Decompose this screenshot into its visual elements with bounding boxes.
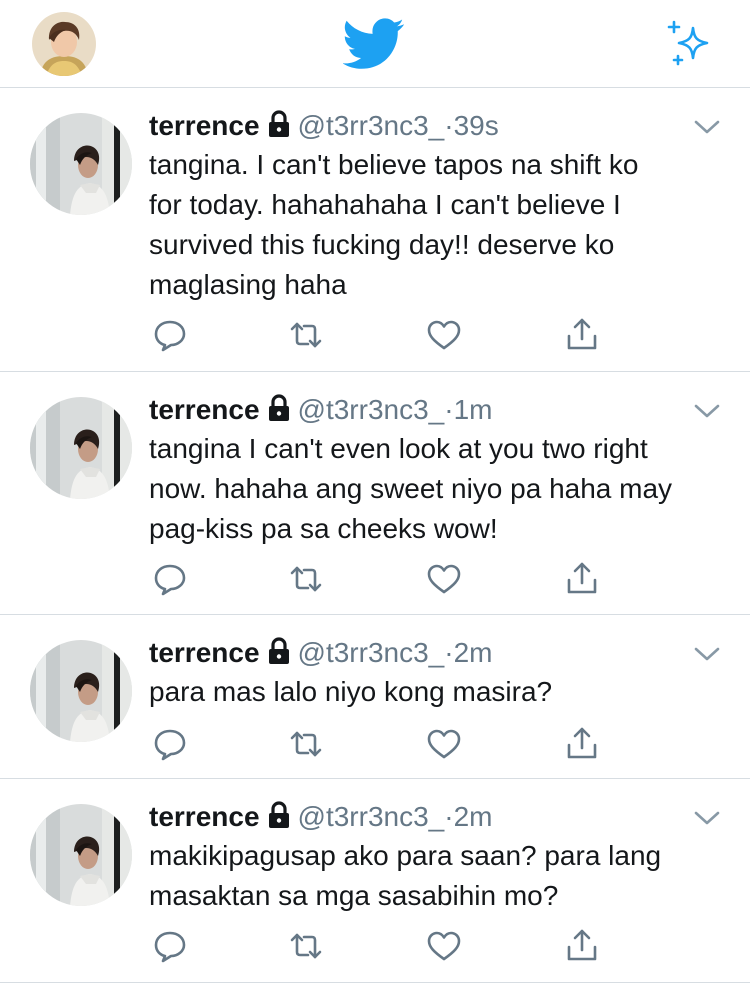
tweet-header: terrence @t3rr3nc3_·39s: [149, 109, 499, 143]
tweet-text-line: for today. hahahahaha I can't believe I: [149, 189, 621, 220]
twitter-bird-icon[interactable]: [342, 18, 405, 70]
tweet-text-line: makikipagusap ako para saan? para lang: [149, 840, 662, 871]
share-icon[interactable]: [564, 561, 600, 597]
sparkle-icon[interactable]: [664, 18, 714, 68]
tweet-actions: [0, 928, 750, 968]
reply-icon[interactable]: [152, 561, 188, 597]
tweet-header: terrence @t3rr3nc3_·2m: [149, 800, 492, 834]
reply-icon[interactable]: [152, 928, 188, 964]
timestamp[interactable]: 2m: [454, 637, 493, 668]
tweet-text: tangina. I can't believe tapos na shift …: [149, 145, 729, 305]
tweet-text: para mas lalo niyo kong masira?: [149, 672, 729, 712]
display-name[interactable]: terrence: [149, 394, 260, 425]
share-icon[interactable]: [564, 928, 600, 964]
tweet-text-line: para mas lalo niyo kong masira?: [149, 676, 553, 707]
lock-icon: [266, 110, 292, 138]
share-icon[interactable]: [564, 726, 600, 762]
display-name[interactable]: terrence: [149, 637, 260, 668]
handle[interactable]: @t3rr3nc3_: [298, 110, 445, 141]
retweet-icon[interactable]: [288, 928, 324, 964]
tweet-header: terrence @t3rr3nc3_·1m: [149, 393, 492, 427]
timestamp[interactable]: 2m: [454, 801, 493, 832]
retweet-icon[interactable]: [288, 561, 324, 597]
display-name[interactable]: terrence: [149, 110, 260, 141]
handle[interactable]: @t3rr3nc3_: [298, 801, 445, 832]
tweet[interactable]: terrence @t3rr3nc3_·1m tangina I can't ev…: [0, 373, 750, 615]
tweet-text-line: pag-kiss pa sa cheeks wow!: [149, 513, 498, 544]
lock-icon: [266, 801, 292, 829]
tweet-actions: [0, 317, 750, 357]
like-icon[interactable]: [426, 726, 462, 762]
tweet-text-line: tangina. I can't believe tapos na shift …: [149, 149, 639, 180]
share-icon[interactable]: [564, 317, 600, 353]
avatar[interactable]: [30, 397, 132, 499]
chevron-down-icon[interactable]: [692, 808, 722, 828]
tweet-header: terrence @t3rr3nc3_·2m: [149, 636, 492, 670]
chevron-down-icon[interactable]: [692, 401, 722, 421]
timestamp[interactable]: 1m: [454, 394, 493, 425]
handle[interactable]: @t3rr3nc3_: [298, 637, 445, 668]
separator-dot: ·: [444, 110, 454, 141]
lock-icon: [266, 394, 292, 422]
retweet-icon[interactable]: [288, 317, 324, 353]
tweet-text-line: masaktan sa mga sasabihin mo?: [149, 880, 559, 911]
tweet-text-line: tangina I can't even look at you two rig…: [149, 433, 648, 464]
lock-icon: [266, 637, 292, 665]
chevron-down-icon[interactable]: [692, 117, 722, 137]
reply-icon[interactable]: [152, 726, 188, 762]
tweet-text: tangina I can't even look at you two rig…: [149, 429, 729, 549]
chevron-down-icon[interactable]: [692, 644, 722, 664]
avatar[interactable]: [30, 113, 132, 215]
tweet[interactable]: terrence @t3rr3nc3_·2m para mas lalo niyo…: [0, 616, 750, 779]
timestamp[interactable]: 39s: [454, 110, 499, 141]
display-name[interactable]: terrence: [149, 801, 260, 832]
tweet-actions: [0, 561, 750, 601]
separator-dot: ·: [444, 394, 454, 425]
top-nav-bar: [0, 0, 750, 88]
tweet[interactable]: terrence @t3rr3nc3_·2m makikipagusap ako …: [0, 780, 750, 983]
handle[interactable]: @t3rr3nc3_: [298, 394, 445, 425]
separator-dot: ·: [444, 801, 454, 832]
retweet-icon[interactable]: [288, 726, 324, 762]
profile-avatar[interactable]: [32, 12, 96, 76]
tweet-text-line: survived this fucking day!! deserve ko: [149, 229, 615, 260]
like-icon[interactable]: [426, 561, 462, 597]
separator-dot: ·: [444, 637, 454, 668]
tweet[interactable]: terrence @t3rr3nc3_·39s tangina. I can't …: [0, 89, 750, 372]
tweet-text-line: now. hahaha ang sweet niyo pa haha may: [149, 473, 673, 504]
tweet-text: makikipagusap ako para saan? para lang m…: [149, 836, 729, 916]
tweet-text-line: maglasing haha: [149, 269, 347, 300]
reply-icon[interactable]: [152, 317, 188, 353]
like-icon[interactable]: [426, 317, 462, 353]
avatar[interactable]: [30, 804, 132, 906]
like-icon[interactable]: [426, 928, 462, 964]
tweet-actions: [0, 726, 750, 766]
